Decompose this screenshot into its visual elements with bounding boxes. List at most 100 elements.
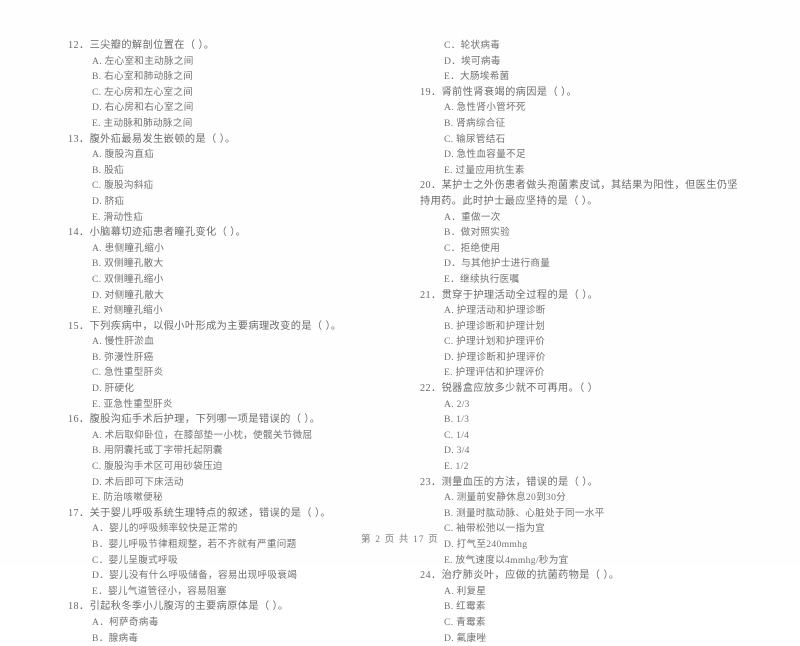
page-footer: 第 2 页 共 17 页	[361, 535, 439, 545]
question-stem: 20．某护士之外伤患者做头孢菌素皮试，其结果为阳性，但医生仍坚持用药。此时护士最…	[420, 180, 739, 207]
option-item[interactable]: D．与其他护士进行商量	[444, 256, 742, 272]
option-item[interactable]: B. 双侧瞳孔散大	[92, 256, 376, 272]
option-item[interactable]: B. 用阴囊托或丁字带托起阴囊	[92, 443, 376, 459]
option-item[interactable]: C. 输尿管结石	[444, 132, 742, 148]
option-item[interactable]: D．埃可病毒	[444, 54, 742, 70]
option-item[interactable]: A. 利复星	[444, 584, 742, 600]
option-item[interactable]: D. 对侧瞳孔散大	[92, 288, 376, 304]
option-item[interactable]: C. 青霉素	[444, 615, 742, 631]
question-stem: 14．小脑幕切迹疝患者瞳孔变化（ ）。	[68, 227, 247, 239]
option-item[interactable]: E．婴儿气道管径小，容易阻塞	[92, 584, 376, 600]
option-item[interactable]: D．婴儿没有什么呼吸储备，容易出现呼吸衰竭	[92, 568, 376, 584]
option-item[interactable]: E. 护理评估和护理评价	[444, 365, 742, 381]
option-list: A．重做一次 B．做对照实验 C．拒绝使用 D．与其他护士进行商量 E．继续执行…	[420, 210, 742, 288]
question-stem: 17．关于婴儿呼吸系统生理特点的叙述，错误的是（ ）。	[68, 507, 331, 519]
question-stem: 13．腹外疝最易发生嵌顿的是（ ）。	[68, 133, 236, 145]
option-item[interactable]: C. 双侧瞳孔缩小	[92, 272, 376, 288]
two-column-layout: 12．三尖瓣的解剖位置在（ ）。 A. 左心室和主动脉之间 B. 右心室和肺动脉…	[0, 38, 800, 646]
option-item[interactable]: A. 术后取仰卧位，在膝部垫一小枕，使髋关节微屈	[92, 428, 376, 444]
option-item[interactable]: D. 右心房和右心室之间	[92, 100, 376, 116]
option-item[interactable]: E．继续执行医嘱	[444, 272, 742, 288]
option-item[interactable]: B. 红霉素	[444, 599, 742, 615]
option-item[interactable]: E．大肠埃希菌	[444, 69, 742, 85]
question-block-13: 13．腹外疝最易发生嵌顿的是（ ）。 A. 腹股沟直疝 B. 股疝 C. 腹股沟…	[68, 132, 376, 226]
question-stem: 12．三尖瓣的解剖位置在（ ）。	[68, 40, 215, 51]
question-block-23: 23．测量血压的方法，错误的是（ ）。 A. 测量前安静休息20到30分 B. …	[420, 475, 742, 569]
option-item[interactable]: B. 弥漫性肝癌	[92, 350, 376, 366]
option-list: C．轮状病毒 D．埃可病毒 E．大肠埃希菌	[420, 38, 742, 85]
question-stem: 22．锐器盒应放多少就不可再用。（ ）	[420, 383, 599, 395]
option-list: A. 急性肾小管坏死 B. 肾病综合征 C. 输尿管结石 D. 急性血容量不足 …	[420, 100, 742, 178]
option-item[interactable]: D. 术后即可下床活动	[92, 475, 376, 491]
option-item[interactable]: A．柯萨奇病毒	[92, 615, 376, 631]
question-stem: 18．引起秋冬季小儿腹泻的主要病原体是（ ）。	[68, 601, 289, 613]
option-item[interactable]: A. 护理活动和护理诊断	[444, 303, 742, 319]
question-block-22: 22．锐器盒应放多少就不可再用。（ ） A. 2/3 B. 1/3 C. 1/4…	[420, 381, 742, 475]
option-item[interactable]: A. 左心室和主动脉之间	[92, 54, 376, 70]
question-block-12: 12．三尖瓣的解剖位置在（ ）。 A. 左心室和主动脉之间 B. 右心室和肺动脉…	[68, 38, 376, 132]
option-item[interactable]: D. 急性血容量不足	[444, 147, 742, 163]
question-block-18-continued: C．轮状病毒 D．埃可病毒 E．大肠埃希菌	[420, 38, 742, 85]
option-item[interactable]: E. 过量应用抗生素	[444, 163, 742, 179]
option-item[interactable]: A. 患侧瞳孔缩小	[92, 241, 376, 257]
option-item[interactable]: B. 肾病综合征	[444, 116, 742, 132]
exam-paper-page: 12．三尖瓣的解剖位置在（ ）。 A. 左心室和主动脉之间 B. 右心室和肺动脉…	[0, 0, 800, 644]
option-item[interactable]: A. 急性肾小管坏死	[444, 100, 742, 116]
option-item[interactable]: E. 主动脉和肺动脉之间	[92, 116, 376, 132]
option-list: A. 左心室和主动脉之间 B. 右心室和肺动脉之间 C. 左心房和左心室之间 D…	[68, 54, 376, 132]
option-item[interactable]: C. 急性重型肝炎	[92, 365, 376, 381]
question-block-17: 17．关于婴儿呼吸系统生理特点的叙述，错误的是（ ）。 A．婴儿的呼吸频率较快是…	[68, 506, 376, 600]
option-item[interactable]: E. 亚急性重型肝炎	[92, 397, 376, 413]
option-list: A. 2/3 B. 1/3 C. 1/4 D. 3/4 E. 1/2	[420, 397, 742, 475]
question-block-18: 18．引起秋冬季小儿腹泻的主要病原体是（ ）。 A．柯萨奇病毒 B．腺病毒	[68, 599, 376, 646]
option-item[interactable]: C．轮状病毒	[444, 38, 742, 54]
option-item[interactable]: D. 脐疝	[92, 194, 376, 210]
option-item[interactable]: E. 滑动性疝	[92, 210, 376, 226]
option-item[interactable]: A. 2/3	[444, 397, 742, 413]
option-list: A. 利复星 B. 红霉素 C. 青霉素 D. 氟康唑	[420, 584, 742, 646]
question-block-24: 24．治疗肺炎叶，应做的抗菌药物是（ ）。 A. 利复星 B. 红霉素 C. 青…	[420, 568, 742, 646]
option-item[interactable]: E. 防治咳嗽便秘	[92, 490, 376, 506]
option-item[interactable]: D. 氟康唑	[444, 631, 742, 646]
option-item[interactable]: C. 腹股沟斜疝	[92, 178, 376, 194]
question-stem: 19．肾前性肾衰竭的病因是（ ）。	[420, 86, 578, 98]
question-block-20: 20．某护士之外伤患者做头孢菌素皮试，其结果为阳性，但医生仍坚持用药。此时护士最…	[420, 178, 742, 287]
option-item[interactable]: E. 对侧瞳孔缩小	[92, 303, 376, 319]
option-item[interactable]: B．做对照实验	[444, 225, 742, 241]
option-item[interactable]: C. 1/4	[444, 428, 742, 444]
option-item[interactable]: C. 腹股沟手术区可用砂袋压迫	[92, 459, 376, 475]
question-block-19: 19．肾前性肾衰竭的病因是（ ）。 A. 急性肾小管坏死 B. 肾病综合征 C.…	[420, 85, 742, 179]
option-item[interactable]: A. 测量前安静休息20到30分	[444, 490, 742, 506]
option-item[interactable]: A. 腹股沟直疝	[92, 147, 376, 163]
question-block-14: 14．小脑幕切迹疝患者瞳孔变化（ ）。 A. 患侧瞳孔缩小 B. 双侧瞳孔散大 …	[68, 225, 376, 319]
option-list: A. 腹股沟直疝 B. 股疝 C. 腹股沟斜疝 D. 脐疝 E. 滑动性疝	[68, 147, 376, 225]
option-list: A. 测量前安静休息20到30分 B. 测量时肱动脉、心脏处于同一水平 C. 袖…	[420, 490, 742, 568]
option-item[interactable]: B. 右心室和肺动脉之间	[92, 69, 376, 85]
option-item[interactable]: D. 3/4	[444, 443, 742, 459]
option-item[interactable]: C．婴儿呈腹式呼吸	[92, 553, 376, 569]
option-item[interactable]: D. 肝硬化	[92, 381, 376, 397]
option-item[interactable]: E. 放气速度以4mmhg/秒为宜	[444, 553, 742, 569]
option-item[interactable]: C. 左心房和左心室之间	[92, 85, 376, 101]
option-item[interactable]: C．拒绝使用	[444, 241, 742, 257]
option-item[interactable]: B．腺病毒	[92, 631, 376, 646]
left-column: 12．三尖瓣的解剖位置在（ ）。 A. 左心室和主动脉之间 B. 右心室和肺动脉…	[0, 38, 400, 646]
question-stem: 24．治疗肺炎叶，应做的抗菌药物是（ ）。	[420, 570, 620, 582]
right-column: C．轮状病毒 D．埃可病毒 E．大肠埃希菌 19．肾前性肾衰竭的病因是（ ）。 …	[400, 38, 800, 646]
option-item[interactable]: B. 测量时肱动脉、心脏处于同一水平	[444, 506, 742, 522]
option-item[interactable]: E. 1/2	[444, 459, 742, 475]
option-item[interactable]: B. 护理诊断和护理计划	[444, 319, 742, 335]
question-stem: 16．腹股沟疝手术后护理，下列哪一项是错误的（ ）。	[68, 414, 321, 426]
question-stem: 15．下列疾病中，以假小叶形成为主要病理改变的是（ ）。	[68, 320, 342, 332]
option-item[interactable]: A．重做一次	[444, 210, 742, 226]
option-list: A. 术后取仰卧位，在膝部垫一小枕，使髋关节微屈 B. 用阴囊托或丁字带托起阴囊…	[68, 428, 376, 506]
option-list: A．柯萨奇病毒 B．腺病毒	[68, 615, 376, 646]
question-block-21: 21．贯穿于护理活动全过程的是（ ）。 A. 护理活动和护理诊断 B. 护理诊断…	[420, 288, 742, 382]
option-item[interactable]: A. 慢性肝淤血	[92, 334, 376, 350]
question-stem: 21．贯穿于护理活动全过程的是（ ）。	[420, 289, 599, 301]
option-item[interactable]: B. 股疝	[92, 163, 376, 179]
option-item[interactable]: C. 护理计划和护理评价	[444, 334, 742, 350]
question-stem: 23．测量血压的方法，错误的是（ ）。	[420, 476, 599, 488]
option-item[interactable]: B. 1/3	[444, 412, 742, 428]
option-item[interactable]: D. 护理诊断和护理评价	[444, 350, 742, 366]
